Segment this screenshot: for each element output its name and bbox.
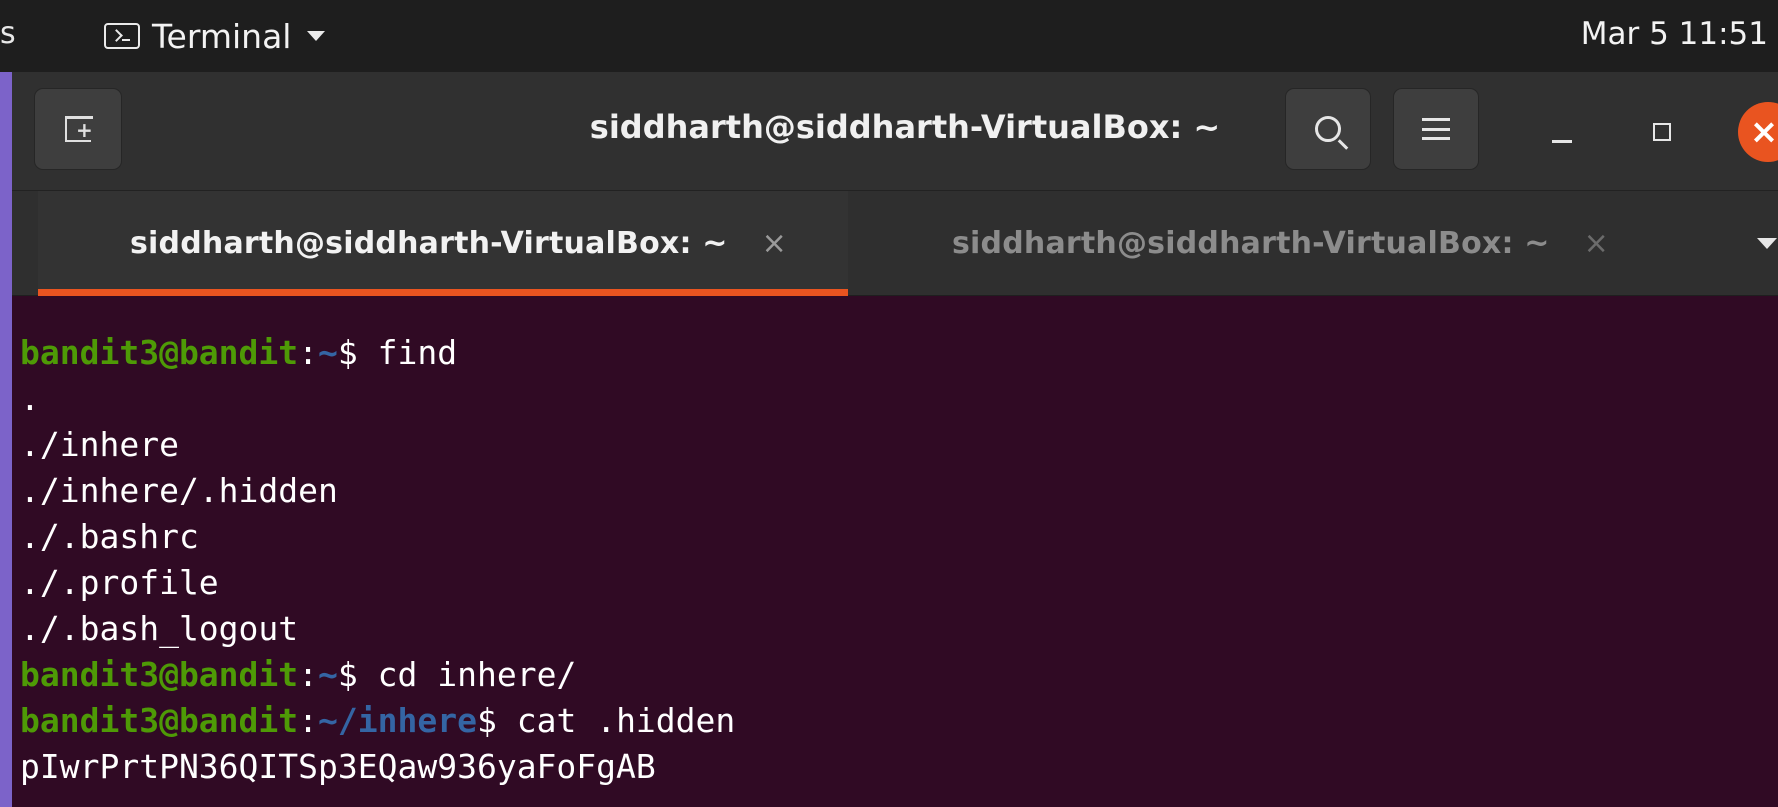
terminal-icon: [104, 23, 140, 49]
window-title: siddharth@siddharth-VirtualBox: ~: [589, 108, 1221, 146]
tab-close-icon[interactable]: ×: [762, 226, 787, 261]
tab-label: siddharth@siddharth-VirtualBox: ~: [952, 225, 1550, 261]
prompt-path: ~: [318, 655, 338, 694]
prompt-separator: :: [298, 701, 319, 740]
prompt-line: bandit3@bandit:~$ find: [20, 330, 735, 376]
clock[interactable]: Mar 5 11:51: [1581, 16, 1768, 52]
tab-label: siddharth@siddharth-VirtualBox: ~: [130, 225, 728, 261]
maximize-icon: [1653, 123, 1671, 141]
activities-button[interactable]: s: [0, 16, 16, 51]
prompt-line: bandit3@bandit:~$ cd inhere/: [20, 652, 735, 698]
minimize-button[interactable]: [1532, 102, 1592, 162]
prompt-user-host: bandit3@bandit: [20, 333, 299, 372]
output-line: ./inhere/.hidden: [20, 471, 338, 510]
output-line: ./.bashrc: [20, 517, 199, 556]
prompt-path: ~/inhere: [318, 701, 477, 740]
terminal-output[interactable]: bandit3@bandit:~$ find. ./inhere ./inhere/…: [12, 296, 1778, 807]
active-tab-indicator: [38, 289, 848, 296]
output-line: pIwrPrtPN36QITSp3EQaw936yaFoFgAB: [20, 747, 656, 786]
terminal-lines: bandit3@bandit:~$ find. ./inhere ./inhere/…: [20, 330, 735, 790]
prompt-line: bandit3@bandit:~/inhere$ cat .hidden: [20, 698, 735, 744]
header-bar[interactable]: + siddharth@siddharth-VirtualBox: ~ ×: [12, 72, 1778, 191]
output-line: ./.bash_logout: [20, 609, 299, 648]
window-title-wrap: siddharth@siddharth-VirtualBox: ~: [12, 108, 1778, 146]
new-tab-icon: +: [64, 116, 93, 142]
output-line: ./inhere: [20, 425, 179, 464]
search-button[interactable]: [1285, 88, 1371, 170]
command-text: cd inhere/: [357, 655, 577, 694]
tab-1[interactable]: siddharth@siddharth-VirtualBox: ~ ×: [38, 191, 848, 296]
prompt-dollar: $: [476, 701, 497, 740]
prompt-separator: :: [298, 333, 319, 372]
tab-bar: siddharth@siddharth-VirtualBox: ~ × sidd…: [12, 191, 1778, 296]
menu-button[interactable]: [1393, 88, 1479, 170]
tabs-dropdown-icon[interactable]: [1757, 238, 1777, 249]
terminal-window: + siddharth@siddharth-VirtualBox: ~ × si…: [12, 72, 1778, 807]
prompt-separator: :: [298, 655, 319, 694]
chevron-down-icon: [307, 31, 326, 41]
top-bar: s Terminal Mar 5 11:51: [0, 0, 1778, 72]
search-icon: [1315, 116, 1341, 142]
desktop-edge: [0, 0, 12, 807]
command-text: cat .hidden: [496, 701, 736, 740]
prompt-dollar: $: [337, 333, 358, 372]
app-menu[interactable]: Terminal: [104, 14, 326, 58]
tab-2[interactable]: siddharth@siddharth-VirtualBox: ~ ×: [952, 191, 1752, 295]
new-tab-button[interactable]: +: [34, 88, 122, 170]
prompt-user-host: bandit3@bandit: [20, 701, 299, 740]
prompt-dollar: $: [337, 655, 358, 694]
output-line: ./.profile: [20, 563, 219, 602]
app-menu-label: Terminal: [152, 16, 292, 56]
output-line: .: [20, 379, 40, 418]
tab-close-icon[interactable]: ×: [1584, 226, 1609, 261]
close-icon: ×: [1749, 112, 1778, 152]
close-button[interactable]: ×: [1738, 102, 1778, 162]
hamburger-icon: [1422, 118, 1450, 140]
minimize-icon: [1552, 139, 1572, 143]
command-text: find: [357, 333, 458, 372]
prompt-path: ~: [318, 333, 338, 372]
maximize-button[interactable]: [1632, 102, 1692, 162]
prompt-user-host: bandit3@bandit: [20, 655, 299, 694]
